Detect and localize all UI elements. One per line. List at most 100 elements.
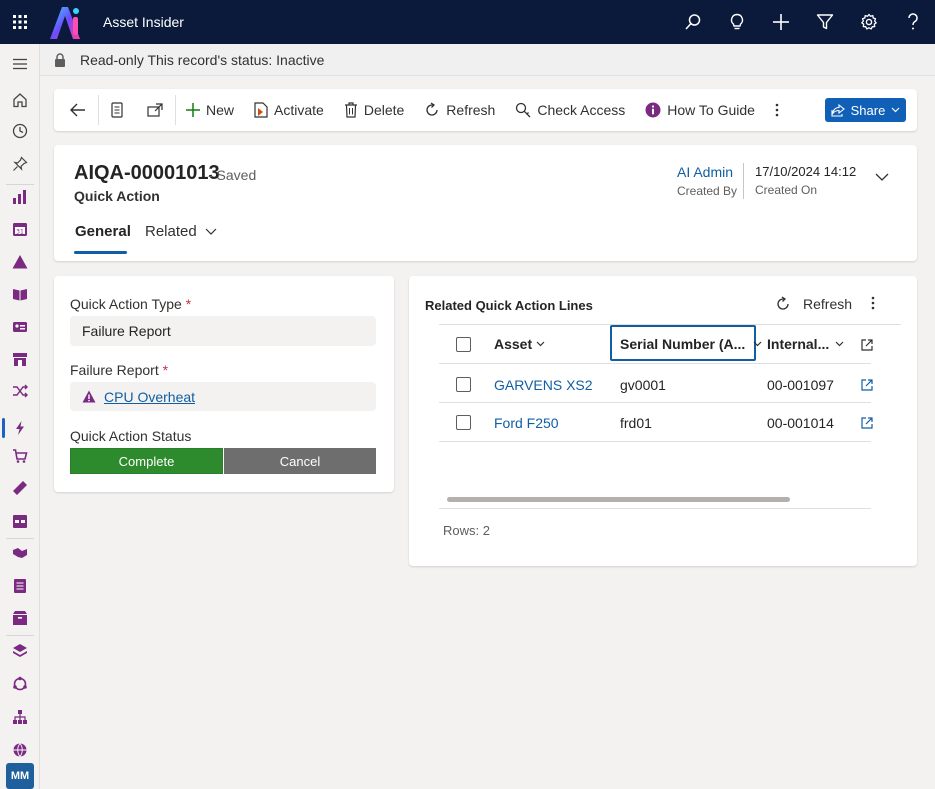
subgrid-refresh-button[interactable]: Refresh xyxy=(775,296,852,312)
row-checkbox[interactable] xyxy=(456,377,471,392)
activate-label: Activate xyxy=(274,102,324,118)
back-button[interactable] xyxy=(54,89,98,131)
bar-chart-icon[interactable] xyxy=(0,181,40,213)
failure-report-label: Failure Report * xyxy=(70,362,168,378)
open-record-icon[interactable] xyxy=(861,378,873,394)
handshake-icon[interactable] xyxy=(0,537,40,569)
store-icon[interactable] xyxy=(0,343,40,375)
created-by-value[interactable]: AI Admin xyxy=(677,164,737,180)
chevron-down-icon xyxy=(753,341,762,347)
record-title: AIQA-00001013 xyxy=(74,162,220,184)
app-launcher-icon[interactable] xyxy=(0,0,40,44)
asset-link[interactable]: GARVENS XS2 xyxy=(494,377,593,393)
open-grid-icon[interactable] xyxy=(861,338,873,354)
ruler-icon[interactable] xyxy=(0,472,40,504)
horizontal-scrollbar[interactable] xyxy=(447,497,790,502)
id-card-icon[interactable] xyxy=(0,311,40,343)
quick-action-type-label-text: Quick Action Type xyxy=(70,296,182,312)
general-form-section: Quick Action Type * Failure Report Failu… xyxy=(54,276,394,492)
save-status: - Saved xyxy=(208,167,257,183)
calendar-icon[interactable]: 31 xyxy=(0,213,40,245)
how-to-guide-button[interactable]: How To Guide xyxy=(635,89,765,131)
app-title[interactable]: Asset Insider xyxy=(103,14,184,30)
check-access-button[interactable]: Check Access xyxy=(505,89,635,131)
cycle-icon[interactable] xyxy=(0,668,40,700)
delete-button[interactable]: Delete xyxy=(334,89,414,131)
activate-button[interactable]: Activate xyxy=(244,89,334,131)
more-commands-button[interactable] xyxy=(765,89,789,131)
column-header-asset[interactable]: Asset xyxy=(494,336,545,352)
entity-name: Quick Action xyxy=(74,188,160,204)
new-button[interactable]: New xyxy=(176,89,244,131)
row-checkbox[interactable] xyxy=(456,415,471,430)
home-icon[interactable] xyxy=(0,84,40,116)
search-icon[interactable] xyxy=(671,0,715,44)
delete-label: Delete xyxy=(363,102,405,118)
more-vertical-icon xyxy=(871,296,875,310)
serial-number-cell: gv0001 xyxy=(620,377,666,393)
created-on-field: 17/10/2024 14:12 Created On xyxy=(755,164,856,197)
pinned-icon[interactable] xyxy=(0,148,40,180)
trash-icon xyxy=(344,102,357,118)
quick-action-type-field[interactable]: Failure Report xyxy=(70,316,376,346)
how-to-guide-label: How To Guide xyxy=(667,102,755,118)
tab-related[interactable]: Related xyxy=(145,223,217,240)
lightbulb-icon[interactable] xyxy=(715,0,759,44)
activate-icon xyxy=(254,102,268,118)
help-icon[interactable] xyxy=(891,0,935,44)
open-record-icon[interactable] xyxy=(861,416,873,432)
tab-general[interactable]: General xyxy=(75,223,131,240)
internal-cell: 00-001014 xyxy=(767,415,834,431)
created-by-label: Created By xyxy=(677,184,738,198)
tab-related-label: Related xyxy=(145,223,197,240)
refresh-icon xyxy=(426,102,438,116)
expand-header-chevron-icon[interactable] xyxy=(875,168,889,184)
share-button[interactable]: Share xyxy=(825,98,906,122)
cart-icon[interactable] xyxy=(0,440,40,472)
select-all-checkbox[interactable] xyxy=(456,337,471,352)
required-marker: * xyxy=(162,362,169,378)
warning-icon[interactable] xyxy=(0,246,40,278)
left-nav-rail: 31 MM xyxy=(0,44,40,789)
storefront-icon[interactable] xyxy=(0,505,40,537)
status-complete-button[interactable]: Complete xyxy=(70,448,223,474)
refresh-label: Refresh xyxy=(446,102,496,118)
asset-link[interactable]: Ford F250 xyxy=(494,415,559,431)
refresh-icon xyxy=(777,296,789,310)
related-lines-subgrid: Related Quick Action Lines Refresh Asset… xyxy=(409,276,917,566)
quick-action-status-bar: Complete Cancel xyxy=(70,448,376,474)
status-cancel-button[interactable]: Cancel xyxy=(223,448,376,474)
more-vertical-icon xyxy=(775,103,779,117)
layers-icon[interactable] xyxy=(0,635,40,667)
quick-action-status-label: Quick Action Status xyxy=(70,428,192,444)
subgrid-more-button[interactable] xyxy=(871,296,875,313)
hierarchy-icon[interactable] xyxy=(0,701,40,733)
settings-icon[interactable] xyxy=(847,0,891,44)
failure-warning-icon xyxy=(82,390,96,403)
shuffle-icon[interactable] xyxy=(0,375,40,407)
rows-count: Rows: 2 xyxy=(443,523,490,538)
open-new-window-button[interactable] xyxy=(135,89,175,131)
user-avatar[interactable]: MM xyxy=(6,763,34,789)
column-header-serial-number[interactable]: Serial Number (A... xyxy=(620,336,762,352)
hamburger-menu-icon[interactable] xyxy=(0,48,40,80)
book-icon[interactable] xyxy=(0,278,40,310)
failure-report-link[interactable]: CPU Overheat xyxy=(104,389,195,405)
form-view-button[interactable] xyxy=(99,89,135,131)
recent-icon[interactable] xyxy=(0,115,40,147)
svg-text:31: 31 xyxy=(16,229,24,236)
refresh-button[interactable]: Refresh xyxy=(414,89,505,131)
document-list-icon[interactable] xyxy=(0,570,40,602)
chevron-down-icon xyxy=(205,228,217,235)
globe-icon[interactable] xyxy=(0,734,40,766)
command-bar: New Activate Delete Refresh Check Access… xyxy=(54,89,917,131)
plus-icon[interactable] xyxy=(759,0,803,44)
column-header-asset-label: Asset xyxy=(494,336,533,352)
internal-cell: 00-001097 xyxy=(767,377,834,393)
column-header-internal[interactable]: Internal... xyxy=(767,336,844,352)
notification-text: Read-only This record's status: Inactive xyxy=(80,51,325,68)
plus-icon xyxy=(186,103,200,117)
lock-icon xyxy=(40,52,80,67)
filter-icon[interactable] xyxy=(803,0,847,44)
inventory-box-icon[interactable] xyxy=(0,602,40,634)
